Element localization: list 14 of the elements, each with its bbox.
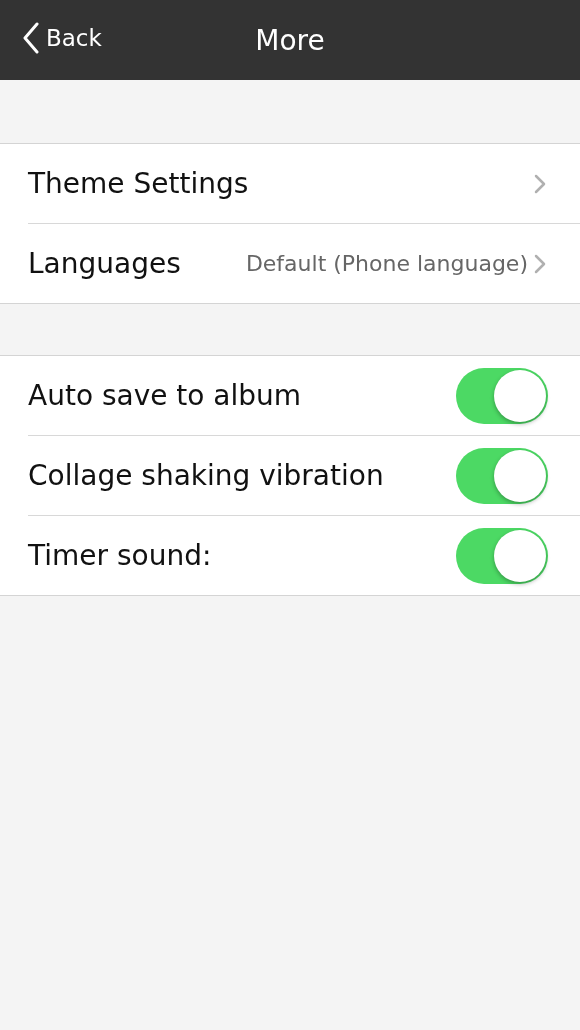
chevron-icon [534, 253, 546, 274]
setting-value: Default (Phone language) [245, 251, 528, 276]
toggle-switch[interactable] [456, 367, 548, 424]
screen-title: More [255, 23, 325, 57]
setting-label[interactable]: Theme Settings [28, 167, 249, 200]
back-button[interactable]: Back [22, 22, 102, 54]
toggle-switch[interactable] [456, 447, 548, 504]
toggle-switch[interactable] [456, 527, 548, 584]
setting-label[interactable]: Languages [28, 247, 181, 280]
setting-label: Timer sound: [28, 539, 212, 572]
setting-label: Collage shaking vibration [28, 459, 384, 492]
chevron-icon [534, 173, 546, 194]
setting-label: Auto save to album [28, 379, 302, 412]
back-chevron-icon [22, 22, 40, 54]
